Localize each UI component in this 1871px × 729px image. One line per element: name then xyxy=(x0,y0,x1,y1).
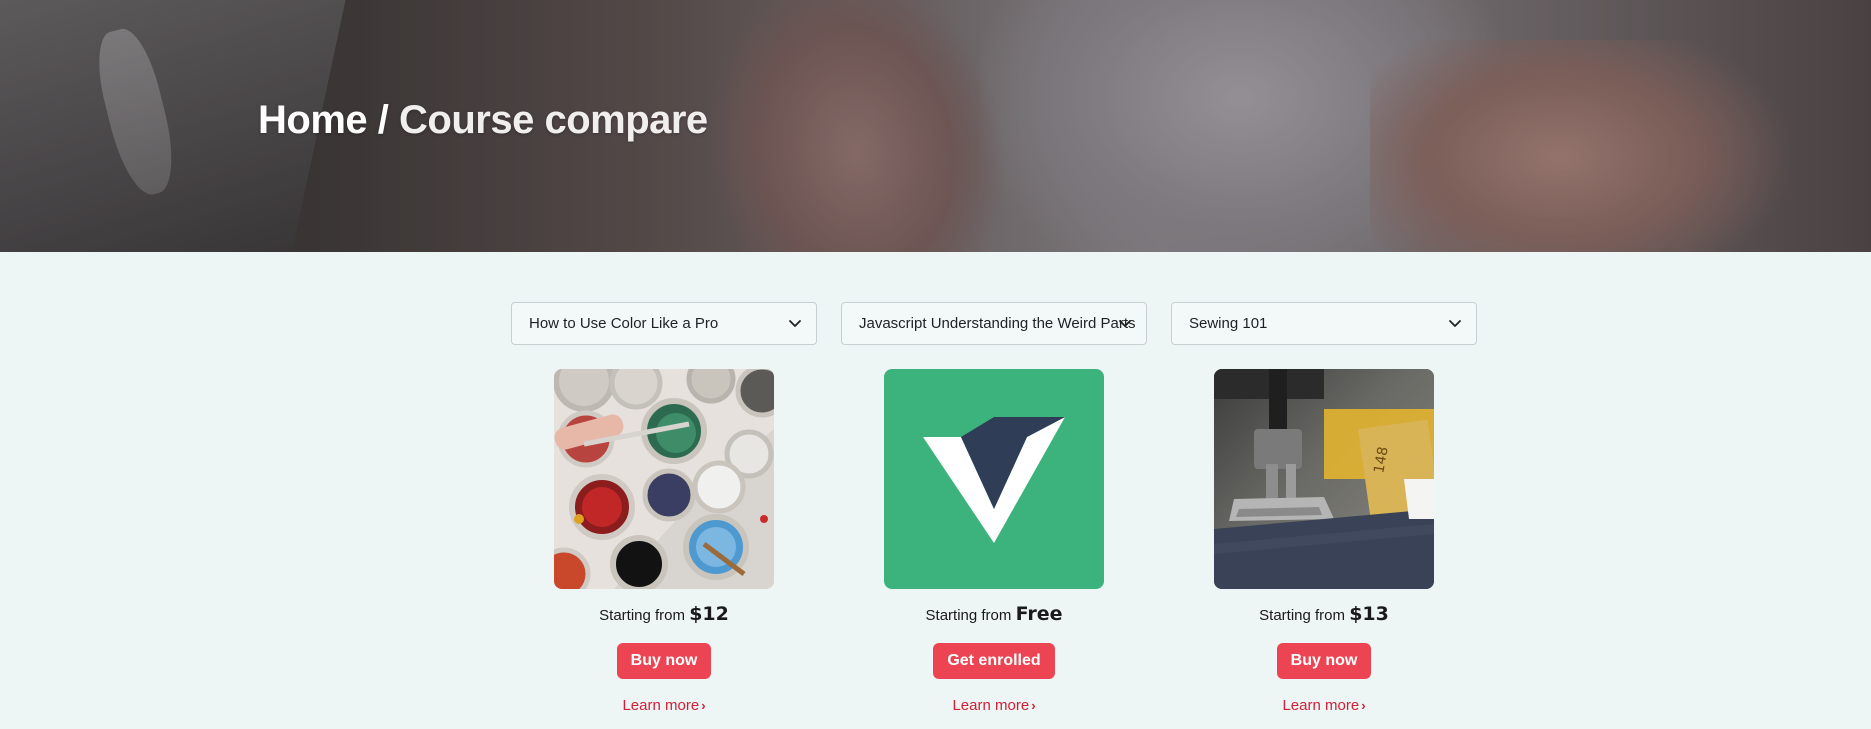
learn-more-label: Learn more xyxy=(952,697,1030,714)
price-amount: Free xyxy=(1015,603,1063,625)
course-select-3[interactable]: Sewing 101 xyxy=(1171,302,1477,345)
paint-cans-image xyxy=(554,369,774,589)
course-select-value: Javascript Understanding the Weird Parts xyxy=(859,315,1136,332)
price-line: Starting from Free xyxy=(841,603,1147,625)
price-line: Starting from $13 xyxy=(1171,603,1477,625)
get-enrolled-button[interactable]: Get enrolled xyxy=(933,643,1055,679)
course-image-paint xyxy=(554,369,774,589)
course-select-value: How to Use Color Like a Pro xyxy=(529,315,719,332)
chevron-right-icon: › xyxy=(1361,698,1366,713)
vue-logo-icon xyxy=(923,417,1065,543)
breadcrumb: Home / Course compare xyxy=(258,98,708,143)
course-image-vue xyxy=(884,369,1104,589)
price-prefix: Starting from xyxy=(925,607,1012,624)
chevron-down-icon xyxy=(789,319,801,327)
course-column-3: Sewing 101 148 Starting from $13 Buy now… xyxy=(1171,302,1477,714)
course-column-1: How to Use Color Like a Pro Starting fro… xyxy=(511,302,817,714)
learn-more-link[interactable]: Learn more › xyxy=(511,697,817,714)
sewing-machine-image: 148 xyxy=(1214,369,1434,589)
course-select-1[interactable]: How to Use Color Like a Pro xyxy=(511,302,817,345)
buy-now-button[interactable]: Buy now xyxy=(616,643,712,679)
chevron-right-icon: › xyxy=(701,698,706,713)
breadcrumb-separator: / xyxy=(377,98,389,142)
course-column-2: Javascript Understanding the Weird Parts… xyxy=(841,302,1147,714)
learn-more-label: Learn more xyxy=(1282,697,1360,714)
course-select-value: Sewing 101 xyxy=(1189,315,1268,332)
breadcrumb-current: Course compare xyxy=(399,98,708,142)
chevron-down-icon xyxy=(1449,319,1461,327)
chevron-right-icon: › xyxy=(1031,698,1036,713)
price-amount: $12 xyxy=(689,603,729,625)
learn-more-link[interactable]: Learn more › xyxy=(841,697,1147,714)
buy-now-button[interactable]: Buy now xyxy=(1276,643,1372,679)
breadcrumb-home[interactable]: Home xyxy=(258,98,368,142)
hero-banner: Home / Course compare xyxy=(0,0,1871,252)
price-amount: $13 xyxy=(1349,603,1389,625)
learn-more-label: Learn more xyxy=(622,697,700,714)
learn-more-link[interactable]: Learn more › xyxy=(1171,697,1477,714)
course-image-sewing: 148 xyxy=(1214,369,1434,589)
chevron-down-icon xyxy=(1119,319,1131,327)
price-prefix: Starting from xyxy=(599,607,686,624)
price-prefix: Starting from xyxy=(1259,607,1346,624)
course-select-2[interactable]: Javascript Understanding the Weird Parts xyxy=(841,302,1147,345)
price-line: Starting from $12 xyxy=(511,603,817,625)
